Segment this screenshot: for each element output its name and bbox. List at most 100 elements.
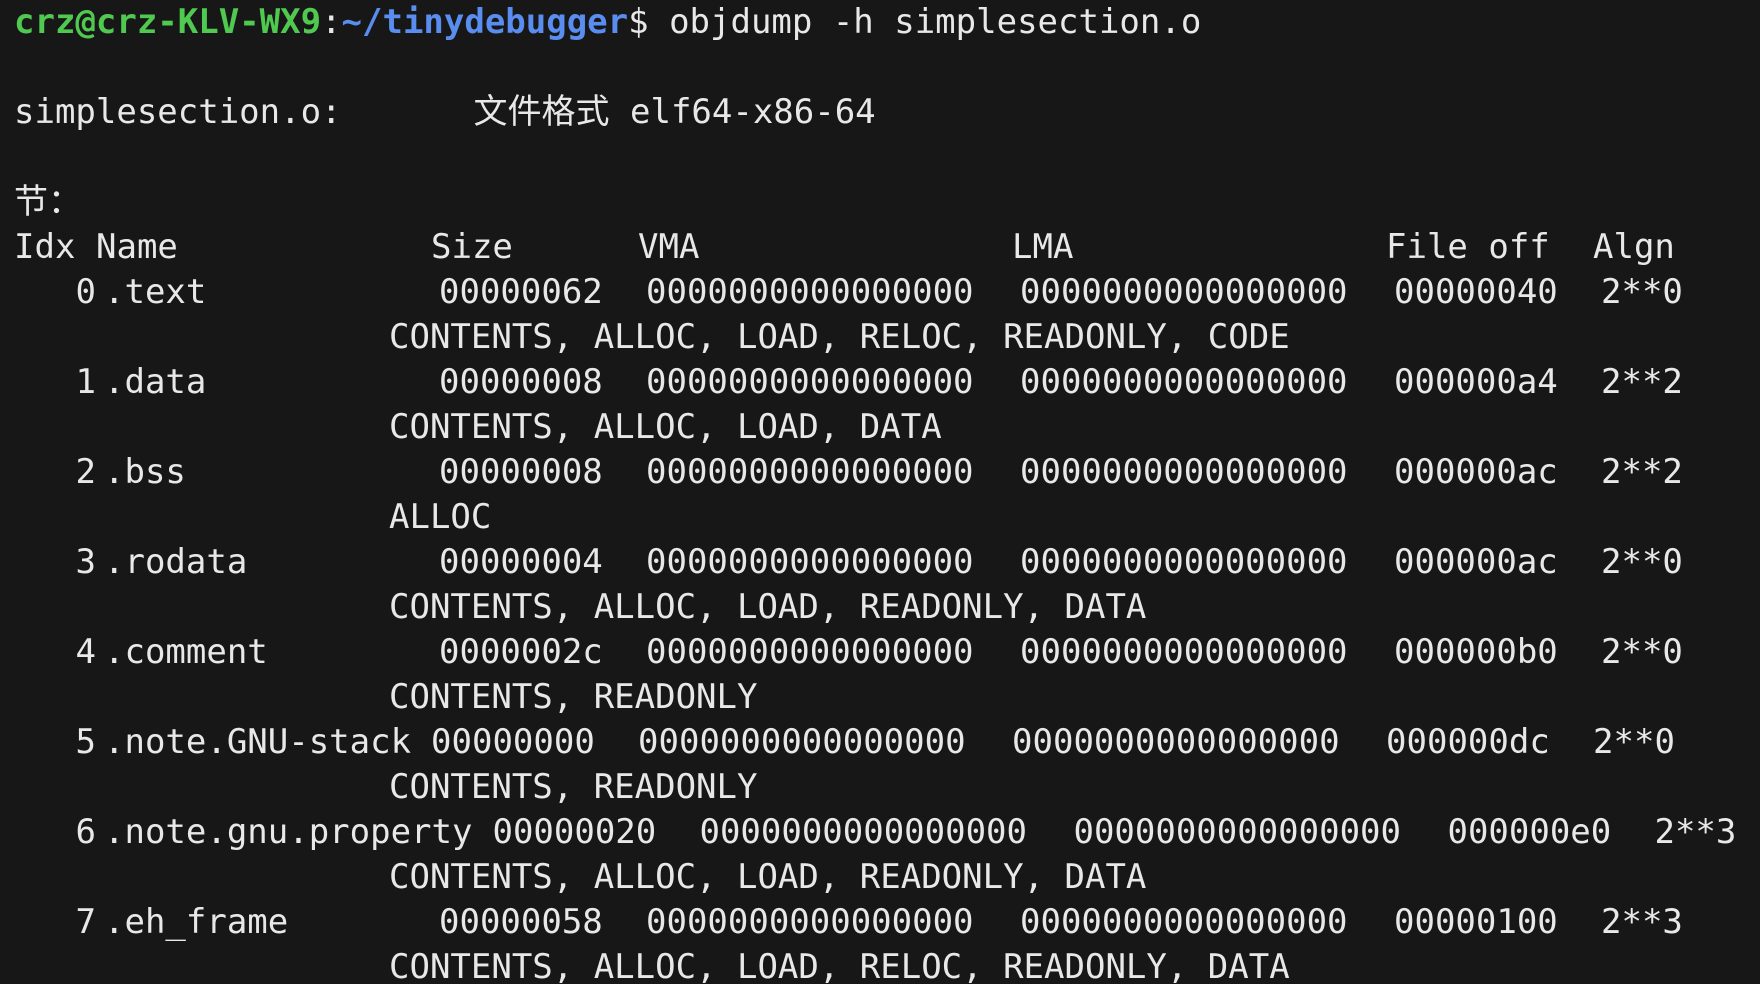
column-header-file-off: File off	[1386, 227, 1550, 267]
section-flags: CONTENTS, ALLOC, LOAD, DATA	[389, 407, 942, 447]
table-row: 7 .eh_frame 00000058 0000000000000000 000000…	[14, 900, 1760, 945]
prompt-separator: :	[321, 2, 342, 42]
table-row: 5 .note.GNU-stack 00000000 0000000000000000…	[14, 720, 1760, 765]
section-name: .comment	[104, 632, 268, 672]
section-lma: 0000000000000000	[1020, 902, 1348, 942]
section-name: .data	[104, 362, 207, 402]
section-size: 00000008	[439, 452, 603, 492]
section-vma: 0000000000000000	[699, 812, 1027, 852]
section-file-off: 00000100	[1394, 902, 1558, 942]
section-file-off: 000000a4	[1394, 362, 1558, 402]
section-algn: 2**3	[1654, 812, 1737, 852]
prompt-user-host: crz@crz-KLV-WX9	[14, 2, 322, 42]
section-idx: 5	[75, 722, 96, 762]
section-size: 00000058	[439, 902, 603, 942]
file-format-line: simplesection.o: 文件格式 elf64-x86-64	[14, 90, 1760, 135]
section-flags-row: CONTENTS, ALLOC, LOAD, READONLY, DATA	[14, 585, 1760, 630]
section-name: .text	[104, 272, 207, 312]
file-format-value: elf64-x86-64	[630, 92, 876, 132]
section-file-off: 00000040	[1394, 272, 1558, 312]
section-vma: 0000000000000000	[646, 272, 974, 312]
file-format-label: 文件格式	[473, 92, 610, 132]
section-size: 00000000	[431, 722, 595, 762]
section-size: 00000008	[439, 362, 603, 402]
section-flags: CONTENTS, ALLOC, LOAD, RELOC, READONLY, …	[389, 947, 1290, 984]
section-algn: 2**2	[1601, 362, 1683, 402]
section-lma: 0000000000000000	[1012, 722, 1340, 762]
section-lma: 0000000000000000	[1020, 272, 1348, 312]
section-algn: 2**0	[1601, 542, 1683, 582]
section-flags-row: CONTENTS, ALLOC, LOAD, READONLY, DATA	[14, 855, 1760, 900]
section-flags-row: ALLOC	[14, 495, 1760, 540]
section-idx: 3	[75, 542, 96, 582]
section-idx: 1	[75, 362, 96, 402]
section-file-off: 000000b0	[1394, 632, 1558, 672]
section-file-off: 000000ac	[1394, 452, 1558, 492]
sections-table: 0 .text 00000062 0000000000000000 0000000000…	[14, 270, 1760, 984]
section-vma: 0000000000000000	[638, 722, 966, 762]
section-name: .eh_frame	[104, 902, 289, 942]
section-idx: 4	[75, 632, 96, 672]
table-row: 4 .comment 0000002c 0000000000000000 0000000…	[14, 630, 1760, 675]
section-file-off: 000000dc	[1386, 722, 1550, 762]
section-flags-row: CONTENTS, READONLY	[14, 675, 1760, 720]
table-row: 3 .rodata 00000004 0000000000000000 00000000…	[14, 540, 1760, 585]
terminal-window[interactable]: crz@crz-KLV-WX9:~/tinydebugger$ objdump …	[0, 0, 1760, 984]
prompt-symbol: $	[628, 2, 649, 42]
section-flags-row: CONTENTS, ALLOC, LOAD, DATA	[14, 405, 1760, 450]
section-idx: 7	[75, 902, 96, 942]
section-flags-row: CONTENTS, READONLY	[14, 765, 1760, 810]
section-algn: 2**2	[1601, 452, 1683, 492]
section-size: 00000062	[439, 272, 603, 312]
section-vma: 0000000000000000	[646, 902, 974, 942]
section-idx: 6	[75, 812, 96, 852]
section-size: 00000020	[492, 812, 657, 852]
section-name: .note.gnu.property	[104, 812, 473, 852]
sections-label: 节：	[14, 182, 82, 222]
column-header-size: Size	[431, 227, 513, 267]
section-lma: 0000000000000000	[1073, 812, 1401, 852]
column-header-name: Name	[96, 227, 178, 267]
table-row: 0 .text 00000062 0000000000000000 0000000000…	[14, 270, 1760, 315]
column-header-idx: Idx	[14, 227, 76, 267]
section-idx: 2	[75, 452, 96, 492]
section-flags: CONTENTS, ALLOC, LOAD, READONLY, DATA	[389, 857, 1147, 897]
table-header: Idx Name Size VMA LMA File off Algn	[14, 225, 1760, 270]
prompt-line: crz@crz-KLV-WX9:~/tinydebugger$ objdump …	[14, 0, 1760, 45]
section-name: .bss	[104, 452, 186, 492]
table-row: 6 .note.gnu.property 00000020 0000000000000…	[14, 810, 1760, 855]
section-flags: ALLOC	[389, 497, 492, 537]
file-name: simplesection.o:	[14, 92, 342, 132]
section-lma: 0000000000000000	[1020, 632, 1348, 672]
section-size: 0000002c	[439, 632, 603, 672]
section-file-off: 000000e0	[1447, 812, 1612, 852]
section-algn: 2**3	[1601, 902, 1683, 942]
section-lma: 0000000000000000	[1020, 542, 1348, 582]
section-vma: 0000000000000000	[646, 542, 974, 582]
table-row: 2 .bss 00000008 0000000000000000 00000000000…	[14, 450, 1760, 495]
section-algn: 2**0	[1601, 272, 1683, 312]
section-vma: 0000000000000000	[646, 452, 974, 492]
section-algn: 2**0	[1601, 632, 1683, 672]
section-lma: 0000000000000000	[1020, 362, 1348, 402]
section-flags-row: CONTENTS, ALLOC, LOAD, RELOC, READONLY, …	[14, 945, 1760, 984]
table-row: 1 .data 00000008 0000000000000000 0000000000…	[14, 360, 1760, 405]
section-flags: CONTENTS, ALLOC, LOAD, RELOC, READONLY, …	[389, 317, 1290, 357]
section-flags-row: CONTENTS, ALLOC, LOAD, RELOC, READONLY, …	[14, 315, 1760, 360]
section-file-off: 000000ac	[1394, 542, 1558, 582]
section-idx: 0	[75, 272, 96, 312]
section-vma: 0000000000000000	[646, 632, 974, 672]
section-size: 00000004	[439, 542, 603, 582]
section-lma: 0000000000000000	[1020, 452, 1348, 492]
section-algn: 2**0	[1593, 722, 1675, 762]
section-flags: CONTENTS, READONLY	[389, 677, 758, 717]
column-header-algn: Algn	[1593, 227, 1675, 267]
section-vma: 0000000000000000	[646, 362, 974, 402]
column-header-lma: LMA	[1012, 227, 1074, 267]
column-header-vma: VMA	[638, 227, 700, 267]
section-name: .rodata	[104, 542, 248, 582]
section-flags: CONTENTS, ALLOC, LOAD, READONLY, DATA	[389, 587, 1147, 627]
command-text: objdump -h simplesection.o	[669, 2, 1202, 42]
